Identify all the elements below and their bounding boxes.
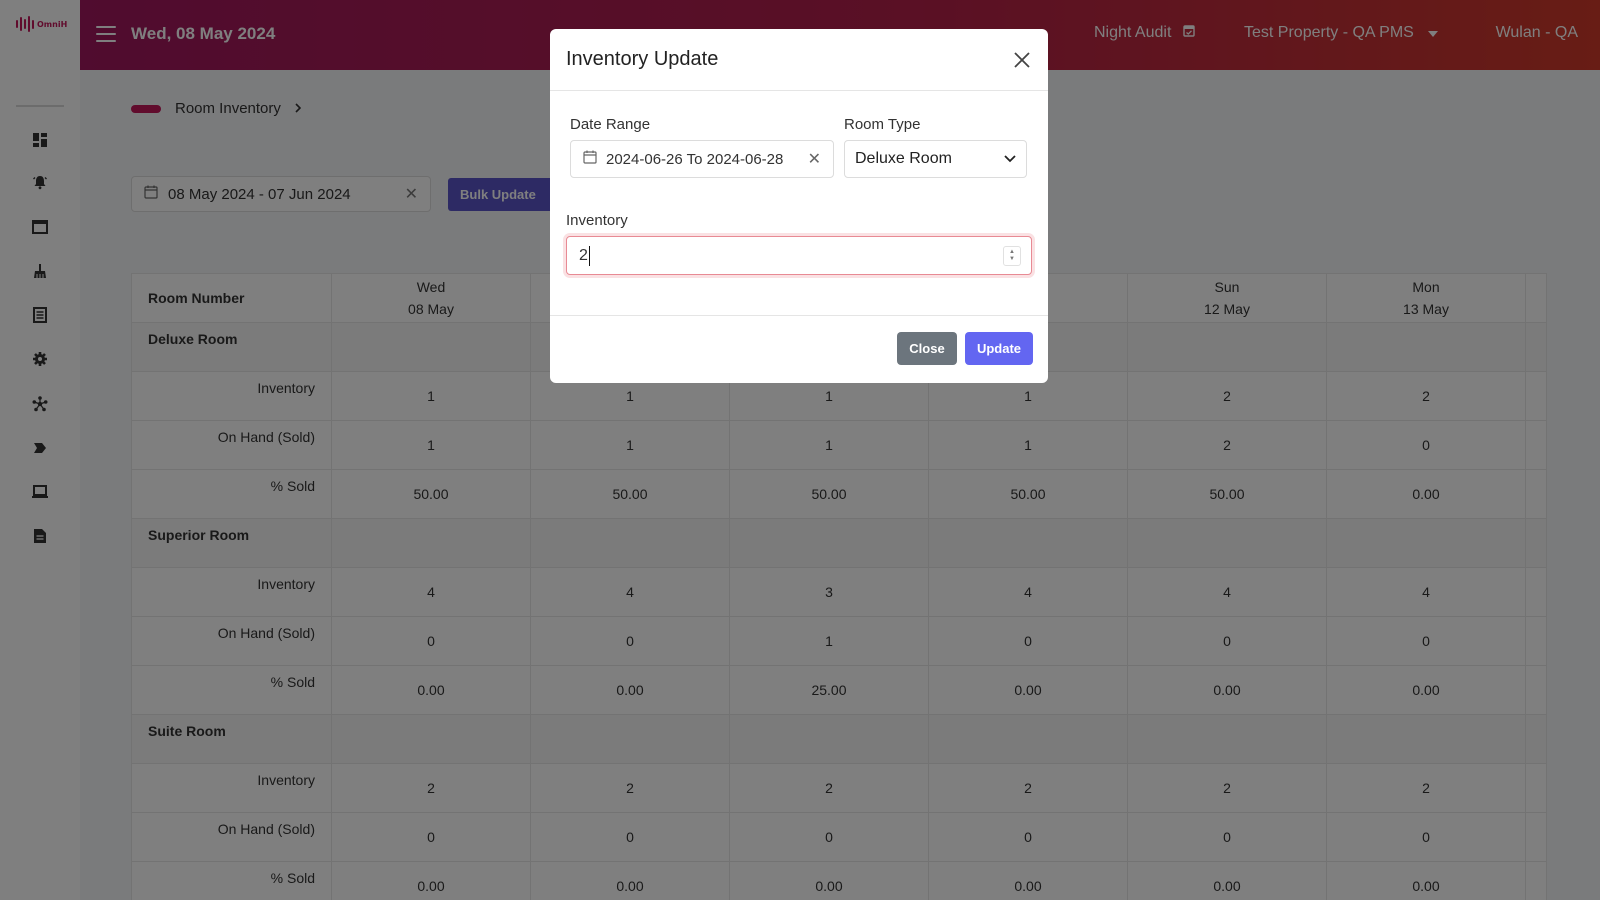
room-type-value: Deluxe Room: [855, 150, 952, 167]
update-button[interactable]: Update: [965, 332, 1033, 365]
close-icon[interactable]: [1010, 48, 1034, 72]
clear-date-icon[interactable]: ✕: [808, 149, 821, 169]
stepper-up-icon[interactable]: ▲: [1009, 249, 1015, 256]
calendar-icon: [583, 150, 597, 168]
inventory-label: Inventory: [566, 212, 628, 229]
modal-footer: Close Update: [550, 315, 1048, 383]
inventory-input-value: 2: [579, 246, 588, 264]
room-type-label: Room Type: [844, 116, 921, 133]
chevron-down-icon: [1004, 150, 1016, 168]
close-button[interactable]: Close: [897, 332, 957, 365]
stepper-down-icon[interactable]: ▼: [1009, 256, 1015, 263]
date-range-picker[interactable]: 2024-06-26 To 2024-06-28 ✕: [570, 140, 834, 178]
number-stepper[interactable]: ▲ ▼: [1003, 246, 1021, 266]
text-cursor: [588, 245, 590, 266]
modal-header: Inventory Update: [550, 29, 1048, 91]
inventory-update-modal: Inventory Update Date Range 2024-06-26 T…: [550, 29, 1048, 383]
room-type-select[interactable]: Deluxe Room: [844, 140, 1027, 178]
modal-title: Inventory Update: [566, 48, 719, 70]
date-range-label: Date Range: [570, 116, 651, 133]
inventory-input[interactable]: 2 ▲ ▼: [566, 236, 1032, 275]
date-range-value: 2024-06-26 To 2024-06-28: [606, 150, 784, 168]
